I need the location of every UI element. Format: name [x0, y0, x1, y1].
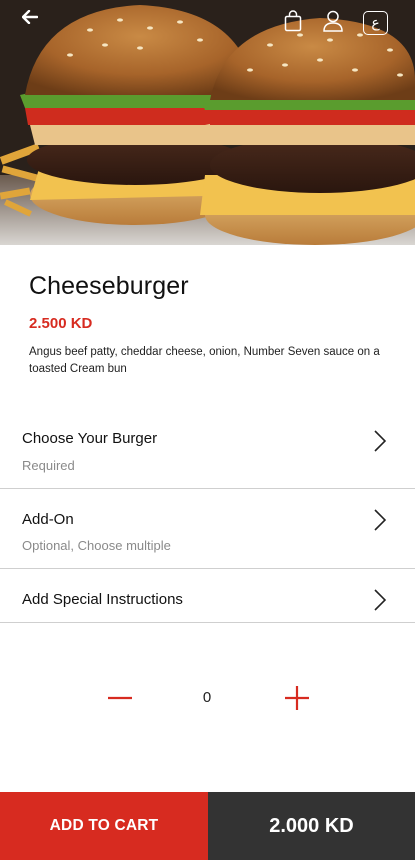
option-title: Choose Your Burger: [22, 430, 158, 447]
cart-button[interactable]: [284, 10, 308, 36]
option-title: Add-On: [22, 511, 74, 528]
minus-icon: [108, 696, 132, 700]
chevron-right-icon: [374, 589, 387, 611]
product-title: Cheeseburger: [29, 272, 189, 300]
product-info: Cheeseburger 2.500 KD Angus beef patty, …: [29, 272, 389, 378]
quantity-value: 0: [202, 689, 212, 706]
total-price: 2.000 KD: [208, 792, 415, 860]
burger-illustration: [0, 0, 415, 245]
language-toggle-button[interactable]: ع: [363, 11, 388, 35]
add-to-cart-button[interactable]: ADD TO CART: [0, 792, 208, 860]
product-description: Angus beef patty, cheddar cheese, onion,…: [29, 346, 380, 375]
chevron-right-icon: [374, 509, 387, 531]
plus-icon: [285, 686, 309, 710]
user-icon: [323, 10, 343, 32]
option-subtitle: Optional, Choose multiple: [22, 538, 171, 553]
product-price: 2.500 KD: [29, 315, 93, 332]
decrease-quantity-button[interactable]: [103, 681, 137, 715]
option-special-instructions[interactable]: Add Special Instructions: [0, 569, 415, 623]
account-button[interactable]: [323, 10, 349, 36]
back-arrow-icon: [22, 10, 38, 24]
product-hero-image: ع: [0, 0, 415, 245]
back-button[interactable]: [22, 10, 52, 36]
shopping-bag-icon: [284, 10, 302, 32]
option-subtitle: Required: [22, 458, 75, 473]
option-add-on[interactable]: Add-On Optional, Choose multiple: [0, 489, 415, 569]
option-choose-burger[interactable]: Choose Your Burger Required: [0, 408, 415, 489]
option-title: Add Special Instructions: [22, 591, 183, 608]
chevron-right-icon: [374, 430, 387, 452]
bottom-action-bar: ADD TO CART 2.000 KD: [0, 792, 415, 860]
increase-quantity-button[interactable]: [280, 681, 314, 715]
